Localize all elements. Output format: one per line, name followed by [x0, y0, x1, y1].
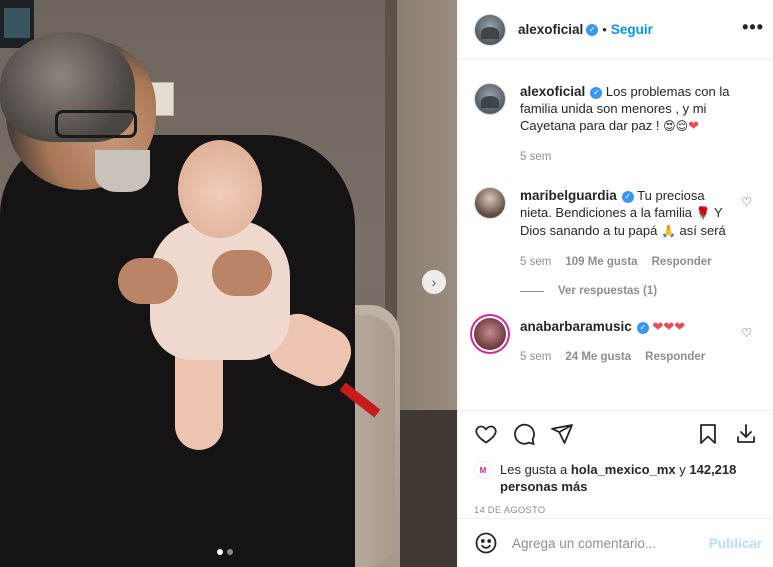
likes-prefix: Les gusta a — [500, 462, 568, 477]
comment-time[interactable]: 5 sem — [520, 349, 551, 366]
small-heart-icon[interactable]: ♡ — [741, 195, 752, 209]
caption: alexoficial ✓ Los problemas con la famili… — [474, 83, 758, 166]
more-options-icon[interactable]: ••• — [742, 17, 764, 38]
reply-button[interactable]: Responder — [652, 254, 712, 271]
chevron-right-icon: › — [431, 274, 437, 290]
verified-badge-icon: ✓ — [586, 23, 599, 36]
download-icon[interactable] — [734, 422, 758, 446]
post-date[interactable]: 14 DE AGOSTO — [474, 505, 758, 516]
small-heart-icon[interactable]: ♡ — [741, 326, 752, 340]
comment-likes-count[interactable]: 109 Me gusta — [565, 254, 637, 271]
commenter-username[interactable]: anabarbaramusic — [520, 319, 632, 334]
pray-emoji-icon: 🙏 — [660, 224, 676, 238]
view-replies-button[interactable]: Ver respuestas (1) — [520, 285, 758, 297]
post-photo[interactable]: › — [0, 0, 457, 567]
comment-text-3: así será — [679, 223, 726, 238]
heart-icon[interactable] — [474, 422, 498, 446]
post-side-panel: alexoficial ✓ • Seguir ••• alexoficial ✓ … — [457, 0, 773, 567]
rose-emoji-icon: 🌹 — [695, 206, 711, 220]
relieved-emoji-icon: 😌 — [675, 119, 689, 133]
comments-list[interactable]: alexoficial ✓ Los problemas con la famili… — [458, 60, 773, 410]
carousel-dot-active — [217, 549, 223, 555]
carousel-indicator — [217, 549, 233, 555]
photo-man-beard — [95, 150, 150, 192]
photo-bg-wall — [395, 0, 457, 420]
photo-baby-head — [178, 140, 262, 238]
carousel-dot — [227, 549, 233, 555]
author-username[interactable]: alexoficial — [518, 22, 583, 37]
action-icons — [474, 419, 758, 449]
view-replies-label: Ver respuestas (1) — [558, 285, 658, 297]
commenter-avatar[interactable] — [474, 187, 506, 219]
likes-connector: y — [679, 462, 686, 477]
post-header: alexoficial ✓ • Seguir ••• — [458, 0, 773, 60]
liker-mini-avatar: M — [474, 461, 492, 479]
comment-likes-count[interactable]: 24 Me gusta — [565, 349, 631, 366]
share-icon[interactable] — [550, 422, 574, 446]
commenter-username[interactable]: maribelguardia — [520, 188, 617, 203]
photo-man-glasses — [55, 110, 137, 138]
replies-line — [520, 290, 544, 292]
emoji-icon[interactable] — [474, 531, 498, 555]
comment-hearts-emoji: ❤❤❤ — [652, 319, 686, 334]
photo-hand — [212, 250, 272, 296]
reply-button[interactable]: Responder — [645, 349, 705, 366]
commenter-avatar-story[interactable] — [474, 318, 506, 350]
header-separator: • — [602, 22, 607, 37]
comment-item: anabarbaramusic ✓ ❤❤❤ 5 sem 24 Me gusta R… — [474, 318, 758, 366]
author-avatar[interactable] — [474, 13, 506, 46]
comment-composer: Publicar — [458, 518, 773, 567]
likes-summary[interactable]: M Les gusta a hola_mexico_mx y 142,218 p… — [474, 461, 758, 495]
comment-input[interactable] — [512, 535, 709, 551]
red-heart-emoji-icon: ❤ — [688, 118, 700, 133]
comment-item: maribelguardia ✓ Tu preciosa nieta. Bendi… — [474, 187, 758, 271]
bookmark-icon[interactable] — [696, 422, 720, 446]
liker-username[interactable]: hola_mexico_mx — [571, 462, 676, 477]
comment-icon[interactable] — [512, 422, 536, 446]
post-comment-button[interactable]: Publicar — [709, 536, 762, 551]
verified-badge-icon: ✓ — [636, 321, 649, 334]
caption-time[interactable]: 5 sem — [520, 149, 551, 166]
carousel-next-button[interactable]: › — [422, 270, 446, 294]
photo-hand — [118, 258, 178, 304]
comment-time[interactable]: 5 sem — [520, 254, 551, 271]
caption-avatar[interactable] — [474, 83, 506, 115]
instagram-post-modal: › alexoficial ✓ • Seguir ••• alexoficial… — [0, 0, 773, 567]
caption-username[interactable]: alexoficial — [520, 84, 585, 99]
verified-badge-icon: ✓ — [621, 190, 634, 203]
heart-eyes-emoji-icon: 😍 — [663, 119, 676, 133]
post-actions: M Les gusta a hola_mexico_mx y 142,218 p… — [458, 410, 773, 518]
verified-badge-icon: ✓ — [590, 86, 603, 99]
follow-button[interactable]: Seguir — [611, 22, 653, 37]
